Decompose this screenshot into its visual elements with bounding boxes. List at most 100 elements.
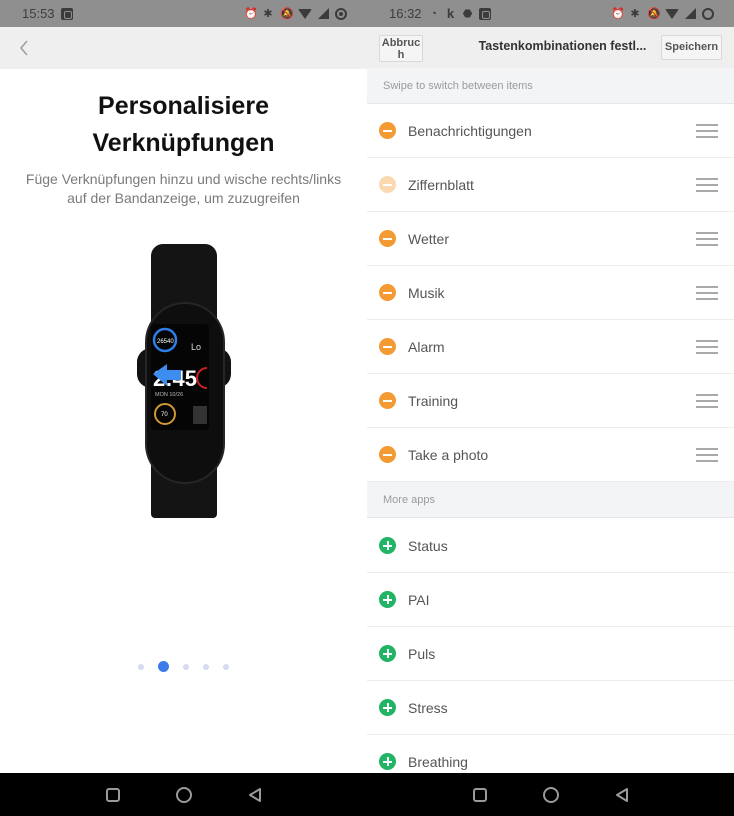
add-circle-icon[interactable]: [379, 537, 396, 554]
list-item[interactable]: Ziffernblatt: [367, 158, 734, 212]
remove-circle-icon[interactable]: [379, 122, 396, 139]
page-dot[interactable]: [223, 663, 229, 670]
active-section-hint: Swipe to switch between items: [367, 68, 734, 104]
list-item-label: PAI: [408, 591, 430, 608]
band-watchface: 26540 Lo 2:45 MON 10/26 70: [152, 327, 208, 425]
remove-circle-icon[interactable]: [379, 176, 396, 193]
band-steps: 26540: [157, 339, 174, 345]
app-notification-icon: [60, 7, 73, 20]
sync-icon: [335, 7, 347, 20]
list-item[interactable]: PAI: [367, 573, 734, 627]
drag-handle-icon[interactable]: [696, 286, 718, 300]
drag-handle-icon[interactable]: [696, 448, 718, 462]
bell-muted-icon: 🔕: [280, 7, 294, 20]
page-dot-active[interactable]: [158, 661, 169, 672]
subtitle-line-1: Füge Verknüpfungen hinzu und wische rech…: [25, 171, 342, 187]
list-item-label: Training: [408, 392, 459, 409]
status-bar: 16:32 ◔ k ⬣ ⏰ ✱ 🔕: [367, 0, 734, 27]
band-side-text: Lo: [191, 342, 201, 352]
remove-circle-icon[interactable]: [379, 446, 396, 463]
signal-icon: [685, 8, 696, 19]
android-nav-bar: [0, 773, 367, 816]
back-button[interactable]: [14, 37, 36, 59]
page-dot[interactable]: [183, 663, 189, 670]
list-item-label: Breathing: [408, 753, 468, 770]
status-time: 15:53: [22, 6, 55, 21]
band-date: MON 10/26: [155, 392, 183, 398]
active-shortcuts-list: Benachrichtigungen Ziffernblatt Wetter Musi…: [367, 104, 734, 482]
bell-muted-icon: 🔕: [647, 7, 661, 20]
title-line-1: Personalisiere: [98, 92, 269, 120]
app-shield-icon: ⬣: [462, 7, 473, 20]
list-item[interactable]: Benachrichtigungen: [367, 104, 734, 158]
fitness-band-image: 26540 Lo 2:45 MON 10/26 70: [137, 244, 233, 518]
wifi-icon: [665, 8, 679, 19]
whatsapp-icon: ◔: [430, 7, 437, 20]
list-item-label: Alarm: [408, 338, 445, 355]
drag-handle-icon[interactable]: [696, 340, 718, 354]
status-time: 16:32: [389, 6, 422, 21]
drag-handle-icon[interactable]: [696, 178, 718, 192]
save-button[interactable]: Speichern: [661, 35, 722, 60]
onboarding-screen: 15:53 ⏰ ✱ 🔕 Personalisiere Verknüpfungen…: [0, 0, 367, 816]
top-bar: Abbruch Tastenkombinationen festl... Spe…: [367, 27, 734, 68]
chevron-left-icon: [20, 40, 28, 56]
page-indicator: [0, 661, 367, 672]
more-apps-list: Status PAI Puls Stress Breathing: [367, 519, 734, 789]
recents-icon[interactable]: [472, 787, 487, 802]
back-nav-icon[interactable]: [615, 787, 629, 803]
page-title: Personalisiere Verknüpfungen: [0, 88, 367, 162]
alarm-icon: ⏰: [244, 7, 258, 20]
list-item-label: Musik: [408, 284, 445, 301]
app-notification-icon: [478, 7, 491, 20]
bluetooth-icon: ✱: [263, 7, 273, 20]
remove-circle-icon[interactable]: [379, 392, 396, 409]
remove-circle-icon[interactable]: [379, 230, 396, 247]
list-item-label: Benachrichtigungen: [408, 122, 532, 139]
page-subtitle: Füge Verknüpfungen hinzu und wische rech…: [20, 170, 347, 208]
remove-circle-icon[interactable]: [379, 338, 396, 355]
drag-handle-icon[interactable]: [696, 394, 718, 408]
add-circle-icon[interactable]: [379, 645, 396, 662]
list-item[interactable]: Puls: [367, 627, 734, 681]
band-display: 26540 Lo 2:45 MON 10/26 70: [151, 324, 209, 430]
list-item[interactable]: Stress: [367, 681, 734, 735]
list-item-label: Take a photo: [408, 446, 489, 463]
home-icon[interactable]: [542, 786, 559, 803]
list-item-label: Stress: [408, 699, 448, 716]
home-icon[interactable]: [175, 786, 192, 803]
list-item[interactable]: Wetter: [367, 212, 734, 266]
list-item[interactable]: Status: [367, 519, 734, 573]
list-item-label: Ziffernblatt: [408, 176, 474, 193]
status-bar: 15:53 ⏰ ✱ 🔕: [0, 0, 367, 27]
recents-icon[interactable]: [105, 787, 120, 802]
drag-handle-icon[interactable]: [696, 232, 718, 246]
more-apps-section-label: More apps: [367, 482, 734, 518]
alarm-icon: ⏰: [611, 7, 625, 20]
band-heart-rate: 70: [161, 412, 168, 418]
loading-icon: [702, 7, 714, 20]
add-circle-icon[interactable]: [379, 699, 396, 716]
drag-handle-icon[interactable]: [696, 124, 718, 138]
list-item-label: Wetter: [408, 230, 449, 247]
list-item[interactable]: Take a photo: [367, 428, 734, 482]
title-line-2: Verknüpfungen: [92, 129, 275, 157]
signal-icon: [318, 8, 329, 19]
page-dot[interactable]: [203, 663, 209, 670]
bluetooth-icon: ✱: [630, 7, 640, 20]
page-dot[interactable]: [138, 663, 144, 670]
top-bar: [0, 27, 367, 69]
subtitle-line-2: auf der Bandanzeige, um zuzugreifen: [67, 190, 300, 206]
k-app-icon: k: [446, 5, 455, 21]
list-item[interactable]: Musik: [367, 266, 734, 320]
shortcuts-settings-screen: 16:32 ◔ k ⬣ ⏰ ✱ 🔕 Abbruch Tastenkombinat…: [367, 0, 734, 816]
list-item[interactable]: Training: [367, 374, 734, 428]
remove-circle-icon[interactable]: [379, 284, 396, 301]
wifi-icon: [298, 8, 312, 19]
list-item-label: Status: [408, 537, 448, 554]
back-nav-icon[interactable]: [248, 787, 262, 803]
list-item-label: Puls: [408, 645, 436, 662]
add-circle-icon[interactable]: [379, 591, 396, 608]
add-circle-icon[interactable]: [379, 753, 396, 770]
list-item[interactable]: Alarm: [367, 320, 734, 374]
